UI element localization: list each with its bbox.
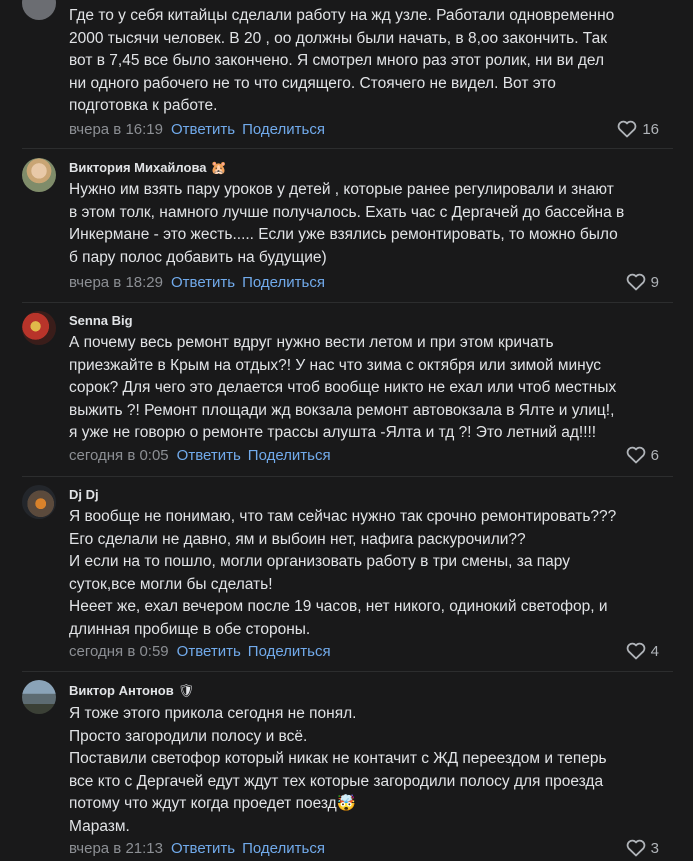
divider — [22, 476, 673, 477]
author-name-text[interactable]: Dj Dj — [69, 487, 99, 502]
comment-line: Маразм. — [69, 817, 130, 835]
like-count: 4 — [650, 642, 659, 660]
comment-line: И если на то пошло, могли организовать р… — [69, 553, 570, 570]
reply-link[interactable]: Ответить — [171, 274, 235, 291]
comment-text: Я вообще не понимаю, что там сейчас нужн… — [69, 506, 669, 641]
heart-outline-icon — [626, 273, 646, 291]
share-link[interactable]: Поделиться — [242, 274, 325, 291]
share-link[interactable]: Поделиться — [248, 643, 331, 660]
avatar[interactable] — [22, 311, 56, 345]
comment-line: выжить ?! Ремонт площади жд вокзала ремо… — [69, 401, 615, 419]
comment-line: ни одного рабочего не то что сидящего. С… — [69, 74, 556, 92]
like-button[interactable]: 6 — [626, 446, 659, 464]
comment-line: Инкермане - это жесть..... Если уже взял… — [69, 226, 618, 243]
comment-text: Где то у себя китайцы сделали работу на … — [69, 5, 669, 118]
avatar[interactable] — [22, 158, 56, 192]
comment-line: Поставили светофор который никак не конт… — [69, 750, 607, 767]
comment-time[interactable]: сегодня в 0:59 — [69, 643, 169, 660]
author-name[interactable]: Виктория Михайлова 🐹 — [69, 160, 227, 176]
divider — [22, 302, 673, 303]
like-button[interactable]: 4 — [626, 642, 659, 660]
comment-line: Его сделали не давно, ям и выбоин нет, н… — [69, 530, 526, 548]
comment-meta: сегодня в 0:59 Ответить Поделиться — [69, 643, 331, 660]
comment-meta: вчера в 18:29 Ответить Поделиться — [69, 274, 325, 291]
like-button[interactable]: 16 — [617, 120, 659, 138]
hamster-emoji-icon: 🐹 — [210, 160, 227, 175]
like-button[interactable]: 9 — [626, 273, 659, 291]
author-name[interactable]: Dj Dj — [69, 487, 99, 502]
comment-time[interactable]: вчера в 18:29 — [69, 274, 163, 291]
reply-link[interactable]: Ответить — [171, 121, 235, 138]
author-name[interactable]: Senna Big — [69, 313, 133, 328]
comment-line: 2000 тысячи человек. В 20 , оо должны бы… — [69, 29, 607, 47]
share-link[interactable]: Поделиться — [242, 121, 325, 138]
comment-meta: вчера в 16:19 Ответить Поделиться — [69, 121, 325, 138]
like-count: 3 — [650, 839, 659, 857]
comment-line: Нужно им взять пару уроков у детей , кот… — [69, 181, 614, 198]
comment-line: Просто загородили полосу и всё. — [69, 727, 308, 745]
comment-line: длинная пробище в обе стороны. — [69, 620, 311, 638]
comment-line: Где то у себя китайцы сделали работу на … — [69, 7, 615, 24]
divider — [22, 671, 673, 672]
like-button[interactable]: 3 — [626, 839, 659, 857]
comment-line: Я вообще не понимаю, что там сейчас нужн… — [69, 508, 617, 525]
comment-meta: сегодня в 0:05 Ответить Поделиться — [69, 447, 331, 464]
comment-line: потому что ждут когда проедет поезд🤯 — [69, 795, 356, 812]
avatar[interactable] — [22, 0, 56, 20]
author-name-text[interactable]: Виктория Михайлова — [69, 160, 207, 175]
avatar[interactable] — [22, 485, 56, 519]
author-name-text[interactable]: Виктор Антонов — [69, 683, 174, 698]
comment-line: б пару полос добавить на будущие) — [69, 248, 327, 266]
reply-link[interactable]: Ответить — [171, 840, 235, 857]
author-name[interactable]: Виктор Антонов 🛡 — [69, 683, 194, 699]
heart-outline-icon — [626, 446, 646, 464]
comment-line: Нееет же, ехал вечером после 19 часов, н… — [69, 598, 608, 615]
comment-text: А почему весь ремонт вдруг нужно вести л… — [69, 332, 669, 445]
comment-line: приезжайте в Крым на отдых?! У нас что з… — [69, 356, 602, 374]
heart-outline-icon — [626, 839, 646, 857]
heart-outline-icon — [626, 642, 646, 660]
comment-time[interactable]: сегодня в 0:05 — [69, 447, 169, 464]
comment-time[interactable]: вчера в 21:13 — [69, 840, 163, 857]
comment-line: суток,все могли бы сделать! — [69, 575, 273, 593]
share-link[interactable]: Поделиться — [242, 840, 325, 857]
comment-line: сорок? Для чего это делается чтоб вообще… — [69, 379, 617, 396]
comment-time[interactable]: вчера в 16:19 — [69, 121, 163, 138]
avatar[interactable] — [22, 680, 56, 714]
like-count: 16 — [642, 120, 659, 138]
author-name-text[interactable]: Senna Big — [69, 313, 133, 328]
like-count: 9 — [650, 273, 659, 291]
comment-line: я уже не говорю о ремонте трассы алушта … — [69, 424, 597, 441]
comment-text: Я тоже этого прикола сегодня не понял. П… — [69, 703, 669, 838]
like-count: 6 — [650, 446, 659, 464]
comment-text: Нужно им взять пару уроков у детей , кот… — [69, 179, 669, 269]
comment-line: Я тоже этого прикола сегодня не понял. — [69, 705, 357, 722]
comment-meta: вчера в 21:13 Ответить Поделиться — [69, 840, 325, 857]
comment-line: подготовка к работе. — [69, 97, 218, 114]
share-link[interactable]: Поделиться — [248, 447, 331, 464]
shield-emoji-icon: 🛡 — [177, 683, 195, 698]
heart-outline-icon — [617, 120, 637, 138]
comment-line: в этом толк, намного лучше получалось. Е… — [69, 203, 625, 221]
comment-line: вот в 7,45 все было закончено. Я смотрел… — [69, 52, 605, 69]
comment-line: все кто с Дергачей едут ждут тех которые… — [69, 772, 604, 790]
reply-link[interactable]: Ответить — [177, 447, 241, 464]
comment-line: А почему весь ремонт вдруг нужно вести л… — [69, 334, 554, 351]
divider — [22, 148, 673, 149]
reply-link[interactable]: Ответить — [177, 643, 241, 660]
